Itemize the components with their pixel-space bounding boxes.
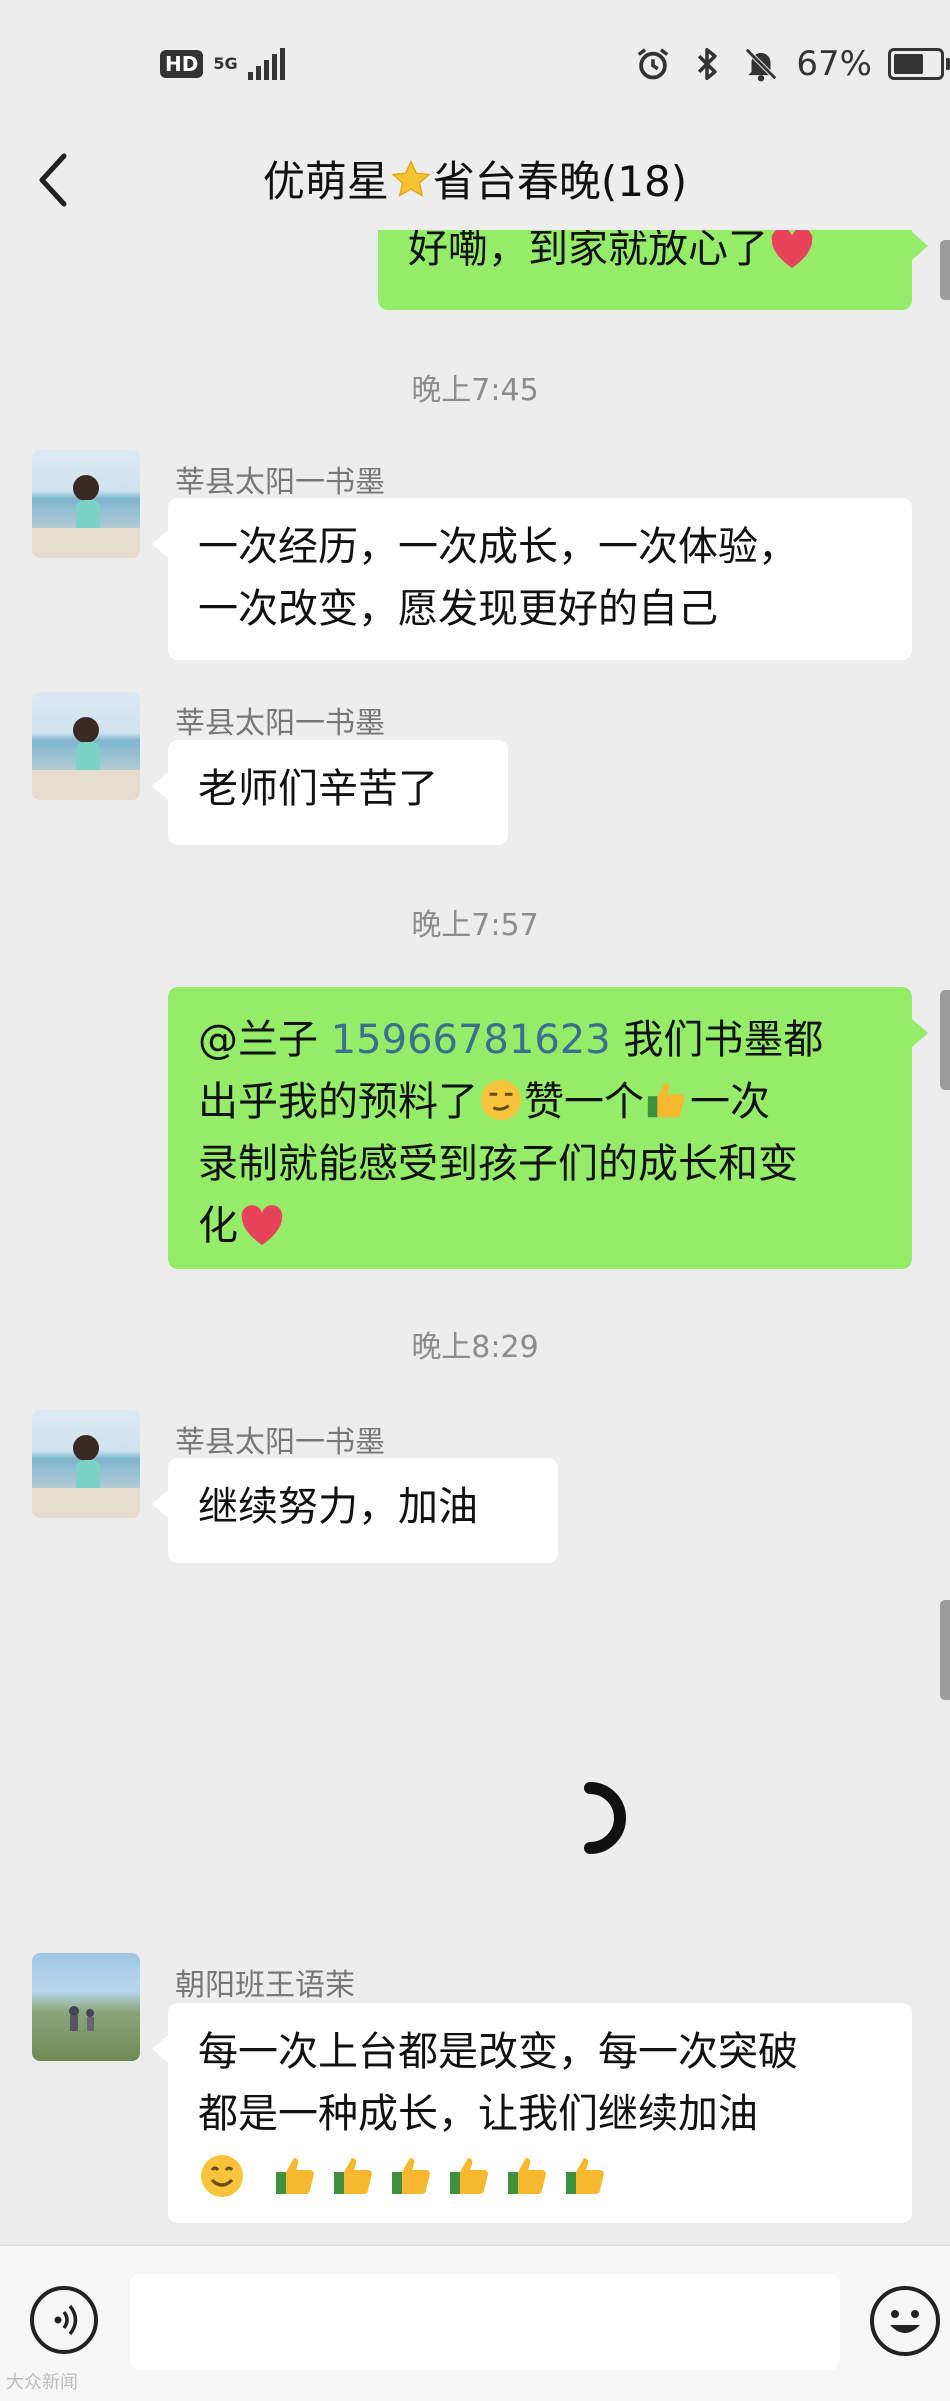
status-bar: HD 5G 67% [0,0,950,130]
emoji-row [198,2145,882,2207]
message-text-line: 每一次上台都是改变，每一次突破 [198,2029,798,2075]
mention-number[interactable]: 15966781623 [331,1017,611,1063]
avatar[interactable] [32,692,140,800]
emoji-icon [890,2310,920,2333]
star-emoji-icon [391,159,431,197]
chat-title-part1: 优萌星 [262,157,389,206]
heart-emoji-icon [771,230,813,268]
scroll-edge [940,1600,950,1700]
message-bubble-incoming[interactable]: 老师们辛苦了 [152,740,508,845]
thumbs-up-icon [276,2158,314,2194]
avatar[interactable] [32,450,140,558]
message-text: 继续努力，加油 [198,1484,478,1530]
battery-icon [888,48,950,80]
chat-title: 优萌星 省台春晚(18) [0,148,950,209]
smile-emoji-icon [201,2155,243,2197]
status-left: HD 5G [160,48,285,80]
sender-name: 莘县太阳一书墨 [175,465,385,500]
smirk-emoji-icon [480,1079,522,1121]
sender-name: 莘县太阳一书墨 [175,1425,385,1460]
heart-emoji-icon [241,1205,283,1245]
message-text-line: 出乎我的预料了 赞一个 一次 [198,1071,882,1133]
message-clip: 好嘞，到家就放心了 [0,230,950,320]
alarm-icon [638,48,669,80]
message-text: 出乎我的预料了 [198,1079,478,1125]
bluetooth-icon [698,48,718,80]
sender-name: 朝阳班王语茉 [175,1968,355,2003]
message-text-line: 化 [198,1195,882,1257]
scroll-edge [940,990,950,1090]
avatar[interactable] [32,1953,140,2061]
loading-spinner-icon [584,1782,626,1854]
thumbs-up-icon [566,2158,604,2194]
sender-name: 莘县太阳一书墨 [175,706,385,741]
message-text: 赞一个 [524,1079,644,1125]
message-text-line: @兰子 15966781623 我们书墨都 [198,1009,882,1071]
scroll-edge [940,240,950,300]
thumbs-up-icon [647,1082,685,1118]
mention-name[interactable]: @兰子 [198,1017,331,1063]
thumbs-up-icon [392,2158,430,2194]
input-bar [0,2245,950,2401]
message-bubble-incoming[interactable]: 每一次上台都是改变，每一次突破 都是一种成长，让我们继续加油 [152,2003,912,2223]
message-bubble-incoming[interactable]: 一次经历，一次成长，一次体验， 一次改变，愿发现更好的自己 [152,498,912,660]
message-text: 好嘞，到家就放心了 [408,230,768,272]
timestamp: 晚上7:57 [411,908,539,943]
timestamp: 晚上7:45 [411,373,539,408]
message-text: 一次 [690,1079,770,1125]
message-text-line: 录制就能感受到孩子们的成长和变 [198,1141,798,1187]
message-bubble-outgoing[interactable]: 好嘞，到家就放心了 [378,230,928,310]
message-text-line: 一次经历，一次成长，一次体验， [198,524,798,570]
battery-percent: 67% [796,44,872,84]
watermark: 大众新闻 [6,2372,78,2393]
emoji-button[interactable] [870,2286,940,2356]
message-text-line: 一次改变，愿发现更好的自己 [198,586,718,632]
hd-badge: HD [160,50,204,78]
message-text: 化 [198,1203,238,1249]
message-bubble-incoming[interactable]: 继续努力，加油 [152,1458,558,1563]
message-input[interactable] [130,2274,840,2370]
thumbs-up-icon [508,2158,546,2194]
message-text-line: 都是一种成长，让我们继续加油 [198,2091,758,2137]
chat-title-part2: 省台春晚(18) [432,157,688,206]
thumbs-up-icon [334,2158,372,2194]
status-right: 67% [634,44,950,84]
thumbs-up-icon [450,2158,488,2194]
chat-header: 优萌星 省台春晚(18) [0,130,950,230]
voice-input-button[interactable] [30,2286,98,2354]
avatar[interactable] [32,1410,140,1518]
message-text: 老师们辛苦了 [198,766,438,812]
message-text: 我们书墨都 [610,1017,824,1063]
network-type: 5G [213,54,238,73]
timestamp: 晚上8:29 [411,1330,539,1365]
bell-muted-icon [745,48,778,82]
message-bubble-outgoing[interactable]: @兰子 15966781623 我们书墨都 出乎我的预料了 赞一个 一次 录制就能感… [168,987,928,1269]
signal-icon [247,48,285,80]
voice-icon [54,2304,78,2336]
